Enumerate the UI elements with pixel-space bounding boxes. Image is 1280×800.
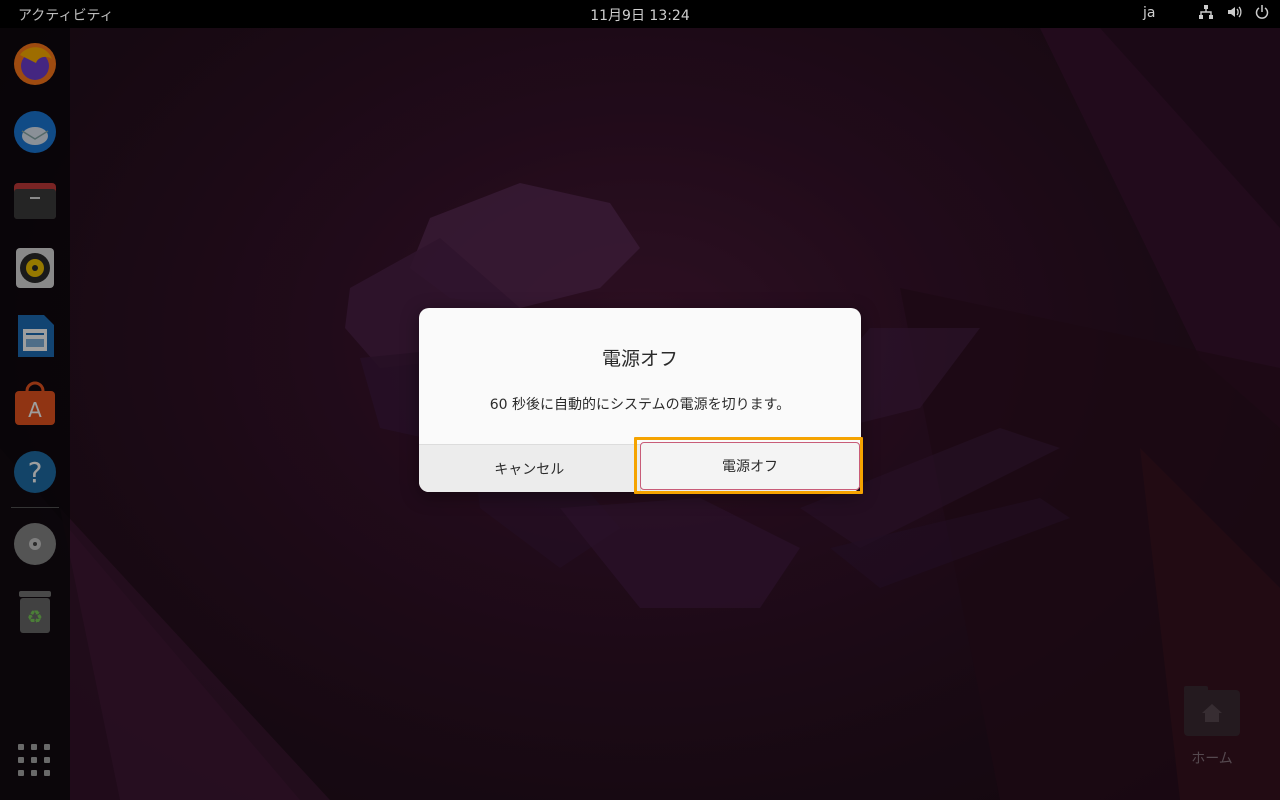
dialog-title: 電源オフ: [601, 348, 678, 370]
cancel-button[interactable]: キャンセル: [419, 445, 641, 492]
clock[interactable]: 11月9日 13:24: [590, 8, 690, 24]
power-icon[interactable]: [1254, 4, 1270, 20]
activities-button[interactable]: アクティビティ: [18, 5, 114, 25]
clock-container: 11月9日 13:24: [0, 5, 1280, 25]
top-bar: アクティビティ 11月9日 13:24 ja: [0, 0, 1280, 28]
network-icon[interactable]: [1198, 4, 1214, 20]
power-off-button-label: 電源オフ: [722, 459, 778, 475]
system-tray[interactable]: [1198, 4, 1270, 20]
volume-icon[interactable]: [1226, 4, 1242, 20]
input-language-indicator[interactable]: ja: [1143, 5, 1155, 21]
dialog-message: 60 秒後に自動的にシステムの電源を切ります。: [489, 397, 791, 413]
power-off-button[interactable]: 電源オフ: [640, 442, 860, 490]
cancel-button-label: キャンセル: [494, 462, 565, 478]
